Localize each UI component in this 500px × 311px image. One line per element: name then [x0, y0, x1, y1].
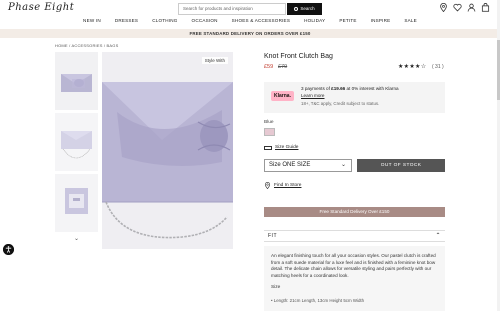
rating-stars-icon[interactable]: ★★★★☆ [398, 63, 426, 70]
breadcrumb[interactable]: HOME / ACCESSORIES / BAGS [55, 43, 118, 48]
nav-item-petite[interactable]: PETITE [339, 18, 356, 28]
size-select[interactable]: Size ONE SIZE ⌄ [264, 159, 352, 172]
thumbnail-1[interactable] [55, 52, 98, 110]
search-button[interactable]: Search [287, 3, 322, 15]
sale-price: £59 [264, 64, 274, 70]
brand-logo[interactable]: Phase Eight [8, 2, 74, 13]
location-pin-icon[interactable] [439, 3, 448, 12]
store-pin-icon [264, 182, 271, 189]
thumbnail-scroll-down[interactable]: ⌄ [55, 235, 98, 243]
original-price: £79 [278, 64, 288, 70]
accessibility-icon[interactable] [3, 244, 14, 255]
bag-icon[interactable] [481, 3, 490, 12]
find-in-store-label: Find In Store [274, 183, 302, 188]
delivery-banner: Free Standard Delivery Over £150 [264, 207, 445, 217]
ruler-icon [264, 145, 272, 150]
product-title: Knot Front Clutch Bag [264, 53, 333, 60]
nav-item-holiday[interactable]: HOLIDAY [304, 18, 325, 28]
klarna-installment-amount: £19.66 [331, 86, 346, 91]
nav-item-occasion[interactable]: OCCASION [192, 18, 218, 28]
search-button-label: Search [300, 6, 315, 11]
user-icon[interactable] [467, 3, 476, 12]
klarna-terms: 18+, T&C apply, Credit subject to status… [301, 101, 380, 106]
thumbnail-3[interactable] [55, 174, 98, 232]
klarna-panel: Klarna. 3 payments of £19.66 at 0% inter… [264, 82, 445, 113]
colour-swatch-blue[interactable] [264, 128, 275, 136]
nav-item-new-in[interactable]: NEW IN [83, 18, 101, 28]
nav-item-sale[interactable]: SALE [404, 18, 417, 28]
fit-accordion-header[interactable]: FIT ⌃ [264, 230, 445, 242]
nav-item-dresses[interactable]: DRESSES [115, 18, 138, 28]
size-guide-link[interactable]: Size Guide [264, 145, 298, 150]
product-main-image[interactable]: Style With [102, 52, 233, 249]
header-icons [439, 3, 490, 12]
chevron-up-icon: ⌃ [435, 233, 441, 239]
dimensions-text: • Length: 21cm Length, 13cm Height 5cm W… [271, 297, 365, 303]
search-icon [294, 6, 299, 11]
fit-accordion-label: FIT [268, 233, 277, 239]
out-of-stock-button[interactable]: OUT OF STOCK [357, 159, 445, 172]
style-with-button[interactable]: Style With [201, 57, 228, 64]
size-heading: Size [271, 285, 281, 291]
klarna-installment-pre: 3 payments of [301, 86, 332, 91]
size-select-value: Size ONE SIZE [269, 162, 311, 168]
nav-item-shoes-accessories[interactable]: SHOES & ACCESSORIES [232, 18, 290, 28]
review-count[interactable]: ( 31 ) [432, 64, 444, 70]
find-in-store-link[interactable]: Find In Store [264, 182, 301, 189]
klarna-installment-post: at 0% interest with Klarna [345, 86, 399, 91]
nav-item-inspire[interactable]: INSPIRE [371, 18, 391, 28]
search-input[interactable]: Search for products and inspiration [178, 3, 286, 15]
size-guide-label: Size Guide [275, 145, 299, 150]
chevron-down-icon: ⌄ [340, 162, 346, 168]
thumbnail-2[interactable] [55, 113, 98, 171]
product-description: An elegant finishing touch for all your … [271, 253, 436, 278]
main-nav: NEW IN DRESSES CLOTHING OCCASION SHOES &… [0, 18, 500, 28]
nav-item-clothing[interactable]: CLOTHING [152, 18, 177, 28]
heart-icon[interactable] [453, 3, 462, 12]
thumbnail-gallery: ⌄ [55, 52, 98, 243]
klarna-installment-text: 3 payments of £19.66 at 0% interest with… [301, 86, 399, 91]
colour-label: Blue [264, 120, 274, 125]
fit-accordion-content: An elegant finishing touch for all your … [264, 246, 445, 311]
promo-banner[interactable]: FREE STANDARD DELIVERY ON ORDERS OVER £1… [0, 29, 500, 38]
klarna-logo: Klarna. [271, 91, 294, 101]
klarna-learn-more-link[interactable]: Learn more [301, 93, 325, 98]
